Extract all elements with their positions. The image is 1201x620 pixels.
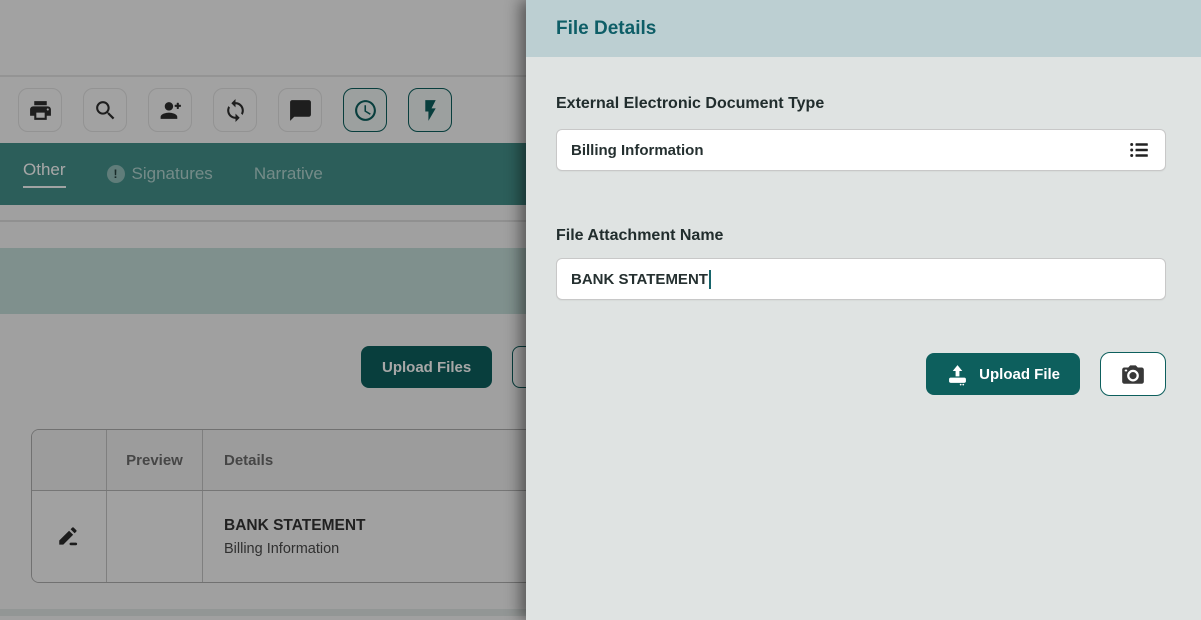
panel-body: External Electronic Document Type Billin…: [526, 95, 1201, 396]
text-cursor: [709, 270, 711, 289]
camera-button[interactable]: [1100, 352, 1166, 396]
document-type-value: Billing Information: [571, 142, 704, 159]
upload-file-button[interactable]: Upload File: [926, 353, 1080, 395]
camera-icon: [1120, 361, 1146, 387]
document-type-label: External Electronic Document Type: [556, 95, 1166, 113]
file-name-label: File Attachment Name: [556, 227, 1166, 245]
upload-icon: [946, 363, 969, 386]
upload-file-label: Upload File: [979, 366, 1060, 383]
app-window: Other ! Signatures Narrative Upload File…: [0, 0, 1201, 620]
panel-actions-row: Upload File: [556, 352, 1166, 396]
list-icon[interactable]: [1127, 138, 1151, 162]
document-type-field[interactable]: Billing Information: [556, 129, 1166, 171]
panel-header: File Details: [526, 0, 1201, 57]
file-name-input[interactable]: BANK STATEMENT: [556, 258, 1166, 300]
panel-title: File Details: [556, 18, 656, 40]
file-details-panel: File Details External Electronic Documen…: [526, 0, 1201, 620]
file-name-value: BANK STATEMENT: [571, 271, 708, 288]
